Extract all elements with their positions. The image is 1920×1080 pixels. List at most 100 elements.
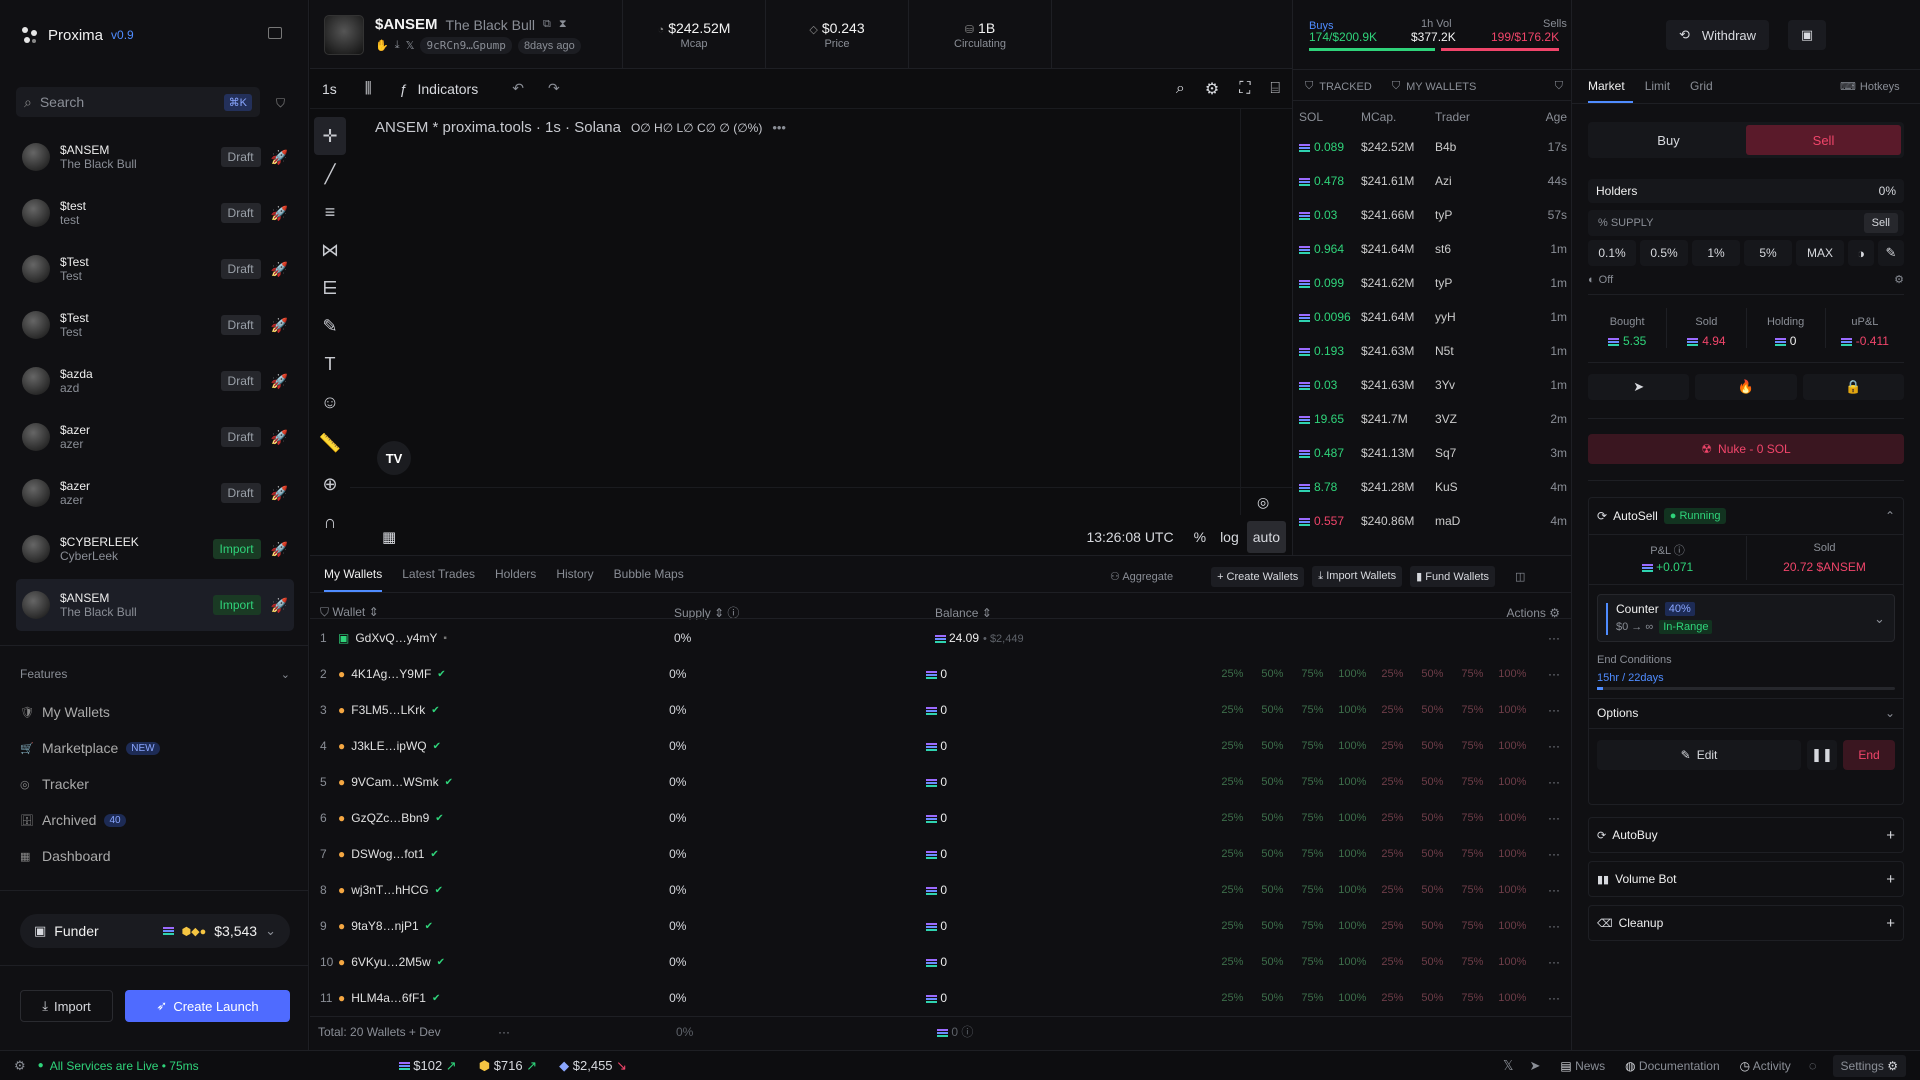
more-icon[interactable]: ··· bbox=[1532, 739, 1560, 753]
pencil-icon[interactable]: ✎ bbox=[1878, 240, 1904, 266]
options-row[interactable]: Options ⌄ bbox=[1597, 706, 1895, 720]
camera-icon[interactable]: ⌸ bbox=[1270, 80, 1280, 98]
trade-row[interactable]: 0.089 $242.52M B4b 17s bbox=[1299, 130, 1567, 164]
features-header[interactable]: Features ⌄ bbox=[20, 667, 290, 681]
plus-icon[interactable]: + bbox=[1886, 915, 1895, 932]
redo-icon[interactable]: ↷ bbox=[548, 80, 560, 97]
import-button[interactable]: ⤓ Import bbox=[20, 990, 113, 1022]
quick-sell-button[interactable]: 100% bbox=[1492, 776, 1532, 788]
withdraw-button[interactable]: ⟲ Withdraw bbox=[1666, 20, 1769, 50]
quick-buy-button[interactable]: 50% bbox=[1252, 776, 1292, 788]
wallet-address[interactable]: F3LM5…LKrk bbox=[351, 703, 425, 717]
bot-section[interactable]: ▮▮ Volume Bot + bbox=[1588, 861, 1904, 897]
support-icon[interactable]: ◌ bbox=[1809, 1058, 1817, 1073]
pause-icon[interactable]: ❚❚ bbox=[1807, 740, 1837, 770]
quick-sell-button[interactable]: 100% bbox=[1492, 704, 1532, 716]
create-wallets-button[interactable]: + Create Wallets bbox=[1211, 566, 1305, 587]
pct-preset-button[interactable]: 0.1% bbox=[1588, 240, 1636, 266]
quick-sell-button[interactable]: 25% bbox=[1372, 812, 1412, 824]
quick-buy-button[interactable]: 75% bbox=[1292, 812, 1332, 824]
trade-trader[interactable]: N5t bbox=[1435, 344, 1515, 358]
trade-row[interactable]: 0.557 $240.86M maD 4m bbox=[1299, 504, 1567, 538]
wallet-address[interactable]: 4K1Ag…Y9MF bbox=[351, 667, 431, 681]
wallet-address[interactable]: GdXvQ…y4mY bbox=[355, 631, 437, 645]
quick-sell-button[interactable]: 100% bbox=[1492, 956, 1532, 968]
quick-sell-button[interactable]: 50% bbox=[1412, 776, 1452, 788]
quick-sell-button[interactable]: 75% bbox=[1452, 992, 1492, 1004]
text-icon[interactable]: T bbox=[310, 345, 350, 383]
quick-buy-button[interactable]: 100% bbox=[1332, 848, 1372, 860]
quick-sell-button[interactable]: 50% bbox=[1412, 704, 1452, 716]
sell-submit-button[interactable]: Sell bbox=[1863, 213, 1898, 233]
quick-buy-button[interactable]: 25% bbox=[1212, 740, 1252, 752]
quick-sell-button[interactable]: 100% bbox=[1492, 884, 1532, 896]
more-icon[interactable]: ··· bbox=[1532, 631, 1560, 645]
trade-trader[interactable]: yyH bbox=[1435, 310, 1515, 324]
hotkeys-button[interactable]: ⌨ Hotkeys bbox=[1840, 80, 1900, 94]
pct-preset-button[interactable]: 0.5% bbox=[1640, 240, 1688, 266]
col-trader[interactable]: Trader bbox=[1435, 110, 1515, 124]
wallet-address[interactable]: 9VCam…WSmk bbox=[351, 775, 438, 789]
trade-row[interactable]: 0.478 $241.61M Azi 44s bbox=[1299, 164, 1567, 198]
sell-tab[interactable]: Sell bbox=[1746, 125, 1901, 155]
auto-scale-toggle[interactable]: auto bbox=[1246, 521, 1286, 553]
wallet-row[interactable]: 1 ▣ GdXvQ…y4mY ▪ 0% 24.09 • $2,449 ··· bbox=[320, 620, 1560, 656]
quick-buy-button[interactable]: 100% bbox=[1332, 956, 1372, 968]
token-item[interactable]: $ANSEM The Black Bull Draft 🚀 bbox=[16, 131, 294, 183]
buy-tab[interactable]: Buy bbox=[1591, 125, 1746, 155]
quick-buy-button[interactable]: 25% bbox=[1212, 776, 1252, 788]
candle-type-icon[interactable]: ⫼ bbox=[365, 80, 372, 97]
trade-row[interactable]: 0.03 $241.66M tyP 57s bbox=[1299, 198, 1567, 232]
brand[interactable]: Proxima v0.9 bbox=[18, 24, 134, 46]
nuke-button[interactable]: ☢ Nuke - 0 SOL bbox=[1588, 434, 1904, 464]
tracked-filter[interactable]: TRACKED bbox=[1319, 81, 1372, 93]
telegram-icon[interactable]: ➤ bbox=[1530, 1058, 1541, 1074]
pct-preset-button[interactable]: 5% bbox=[1744, 240, 1792, 266]
counter-card[interactable]: Counter 40% $0 → ∞ In-Range ⌄ bbox=[1597, 594, 1895, 642]
quick-buy-button[interactable]: 25% bbox=[1212, 992, 1252, 1004]
trade-trader[interactable]: Sq7 bbox=[1435, 446, 1515, 460]
quick-sell-button[interactable]: 25% bbox=[1372, 704, 1412, 716]
x-icon[interactable]: 𝕏 bbox=[1503, 1058, 1513, 1074]
wallet-row[interactable]: 2 ● 4K1Ag…Y9MF ✔ 0% 0 25% 50% 75% 100% 25% 50% 75% 10… bbox=[320, 656, 1560, 692]
token-status-badge[interactable]: Draft bbox=[220, 147, 261, 167]
quick-sell-button[interactable]: 25% bbox=[1372, 992, 1412, 1004]
wallet-row[interactable]: 11 ● HLM4a…6fF1 ✔ 0% 0 25% 50% 75% 100% 25% 50% 75% 1… bbox=[320, 980, 1560, 1016]
wallet-row[interactable]: 8 ● wj3nT…hHCG ✔ 0% 0 25% 50% 75% 100% 25% 50% 75% 10… bbox=[320, 872, 1560, 908]
quick-buy-button[interactable]: 50% bbox=[1252, 956, 1292, 968]
bottom-tab[interactable]: Holders bbox=[495, 567, 536, 581]
wallet-address[interactable]: GzQZc…Bbn9 bbox=[351, 811, 429, 825]
quick-buy-button[interactable]: 75% bbox=[1292, 668, 1332, 680]
launch-icon[interactable]: 🚀 bbox=[271, 485, 288, 502]
toggle-icon[interactable]: ◐ bbox=[1588, 274, 1595, 286]
quick-buy-button[interactable]: 25% bbox=[1212, 956, 1252, 968]
quick-buy-button[interactable]: 75% bbox=[1292, 992, 1332, 1004]
bottom-tab[interactable]: Latest Trades bbox=[402, 567, 475, 581]
trade-trader[interactable]: B4b bbox=[1435, 140, 1515, 154]
quick-sell-button[interactable]: 50% bbox=[1412, 884, 1452, 896]
funder-pill[interactable]: ▣ Funder ⬢◆● $3,543 ⌄ bbox=[20, 914, 290, 948]
percent-scale-toggle[interactable]: % bbox=[1194, 529, 1206, 545]
docs-link[interactable]: ◍ Documentation bbox=[1625, 1059, 1720, 1073]
quick-sell-button[interactable]: 50% bbox=[1412, 920, 1452, 932]
search-zoom-icon[interactable]: ⌕ bbox=[1176, 80, 1185, 98]
pct-preset-button[interactable]: 1% bbox=[1692, 240, 1740, 266]
token-status-badge[interactable]: Draft bbox=[220, 315, 261, 335]
search-input[interactable]: Search bbox=[40, 94, 216, 110]
collapse-sidebar-icon[interactable] bbox=[268, 27, 282, 39]
token-status-badge[interactable]: Draft bbox=[220, 483, 261, 503]
bottom-tab[interactable]: Bubble Maps bbox=[614, 567, 684, 581]
wallet-address[interactable]: J3kLE…ipWQ bbox=[351, 739, 426, 753]
bot-section[interactable]: ⌫ Cleanup + bbox=[1588, 905, 1904, 941]
col-sol[interactable]: SOL bbox=[1299, 110, 1361, 124]
more-icon[interactable]: ••• bbox=[772, 120, 786, 135]
quick-sell-button[interactable]: 25% bbox=[1372, 776, 1412, 788]
target-icon[interactable]: ◎ bbox=[1257, 494, 1269, 511]
wallet-row[interactable]: 4 ● J3kLE…ipWQ ✔ 0% 0 25% 50% 75% 100% 25% 50% 75% 10… bbox=[320, 728, 1560, 764]
wallet-address[interactable]: 6VKyu…2M5w bbox=[351, 955, 430, 969]
quick-sell-button[interactable]: 75% bbox=[1452, 668, 1492, 680]
quick-buy-button[interactable]: 100% bbox=[1332, 992, 1372, 1004]
quick-buy-button[interactable]: 50% bbox=[1252, 992, 1292, 1004]
quick-buy-button[interactable]: 50% bbox=[1252, 812, 1292, 824]
emoji-icon[interactable]: ☺ bbox=[310, 383, 350, 421]
